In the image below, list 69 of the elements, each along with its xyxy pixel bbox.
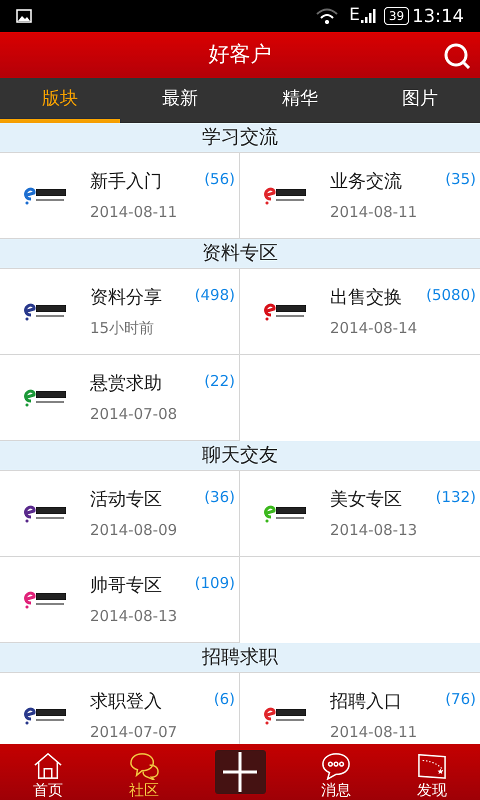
tab[interactable]: 图片 [360, 78, 480, 123]
forum-logo-icon [22, 386, 68, 408]
section-header: 聊天交友 [0, 441, 480, 471]
last-post-date: 2014-08-13 [330, 520, 418, 541]
message-bubble-icon [319, 752, 353, 780]
last-post-date: 2014-08-11 [90, 202, 178, 223]
battery-level: 39 [384, 7, 410, 25]
post-count: (35) [445, 168, 476, 190]
forum-name: 招聘入口 [330, 690, 402, 714]
forum-logo-icon [22, 300, 68, 322]
last-post-date: 15小时前 [90, 318, 156, 339]
forum-logo-icon [262, 184, 308, 206]
forum-logo-icon [22, 184, 68, 206]
home-icon [32, 752, 64, 780]
forum-name: 活动专区 [90, 488, 162, 512]
forum-logo-icon [262, 704, 308, 726]
nav-item[interactable]: 首页 [0, 744, 96, 800]
tab[interactable]: 精华 [240, 78, 360, 123]
forum-logo-icon [22, 704, 68, 726]
forum-item[interactable]: 悬赏求助 (22) 2014-07-08 [0, 355, 240, 441]
last-post-date: 2014-08-11 [330, 202, 418, 223]
post-count: (56) [204, 168, 235, 190]
network-type: E [349, 4, 360, 28]
nav-item[interactable]: 社区 [96, 744, 192, 800]
section-header: 资料专区 [0, 239, 480, 269]
image-notification-icon [16, 9, 32, 23]
forum-item[interactable]: 资料分享 (498) 15小时前 [0, 269, 240, 355]
map-flag-icon [416, 752, 448, 780]
forum-item[interactable]: 活动专区 (36) 2014-08-09 [0, 471, 240, 557]
forum-name: 帅哥专区 [90, 574, 162, 598]
clock: 13:14 [412, 4, 464, 28]
last-post-date: 2014-08-09 [90, 520, 178, 541]
section-header: 学习交流 [0, 123, 480, 153]
last-post-date: 2014-08-13 [90, 606, 178, 627]
forum-name: 求职登入 [90, 690, 162, 714]
forum-item[interactable]: 新手入门 (56) 2014-08-11 [0, 153, 240, 239]
forum-logo-icon [262, 300, 308, 322]
post-count: (132) [436, 486, 476, 508]
forum-item[interactable]: 帅哥专区 (109) 2014-08-13 [0, 557, 240, 643]
forum-name: 资料分享 [90, 286, 162, 310]
forum-logo-icon [262, 502, 308, 524]
app-title: 好客户 [208, 41, 272, 68]
post-count: (498) [194, 284, 235, 306]
nav-item[interactable]: 发现 [384, 744, 480, 800]
last-post-date: 2014-08-14 [330, 318, 418, 339]
section-header: 招聘求职 [0, 643, 480, 673]
plus-icon [223, 752, 257, 792]
post-count: (6) [214, 688, 235, 710]
post-count: (22) [204, 370, 235, 392]
post-count: (109) [194, 572, 235, 594]
tab[interactable]: 最新 [120, 78, 240, 123]
forum-logo-icon [22, 502, 68, 524]
forum-name: 美女专区 [330, 488, 402, 512]
signal-icon [360, 8, 376, 24]
post-count: (5080) [426, 284, 476, 306]
forum-name: 新手入门 [90, 170, 162, 194]
nav-item[interactable]: 消息 [288, 744, 384, 800]
last-post-date: 2014-07-08 [90, 404, 178, 425]
last-post-date: 2014-08-11 [330, 722, 418, 743]
wifi-icon [315, 7, 340, 25]
post-count: (36) [204, 486, 235, 508]
forum-name: 出售交换 [330, 286, 402, 310]
search-icon[interactable] [444, 43, 470, 69]
forum-name: 业务交流 [330, 170, 402, 194]
forum-name: 悬赏求助 [90, 372, 162, 396]
add-button[interactable] [214, 750, 266, 794]
last-post-date: 2014-07-07 [90, 722, 178, 743]
post-count: (76) [445, 688, 476, 710]
forum-logo-icon [22, 588, 68, 610]
